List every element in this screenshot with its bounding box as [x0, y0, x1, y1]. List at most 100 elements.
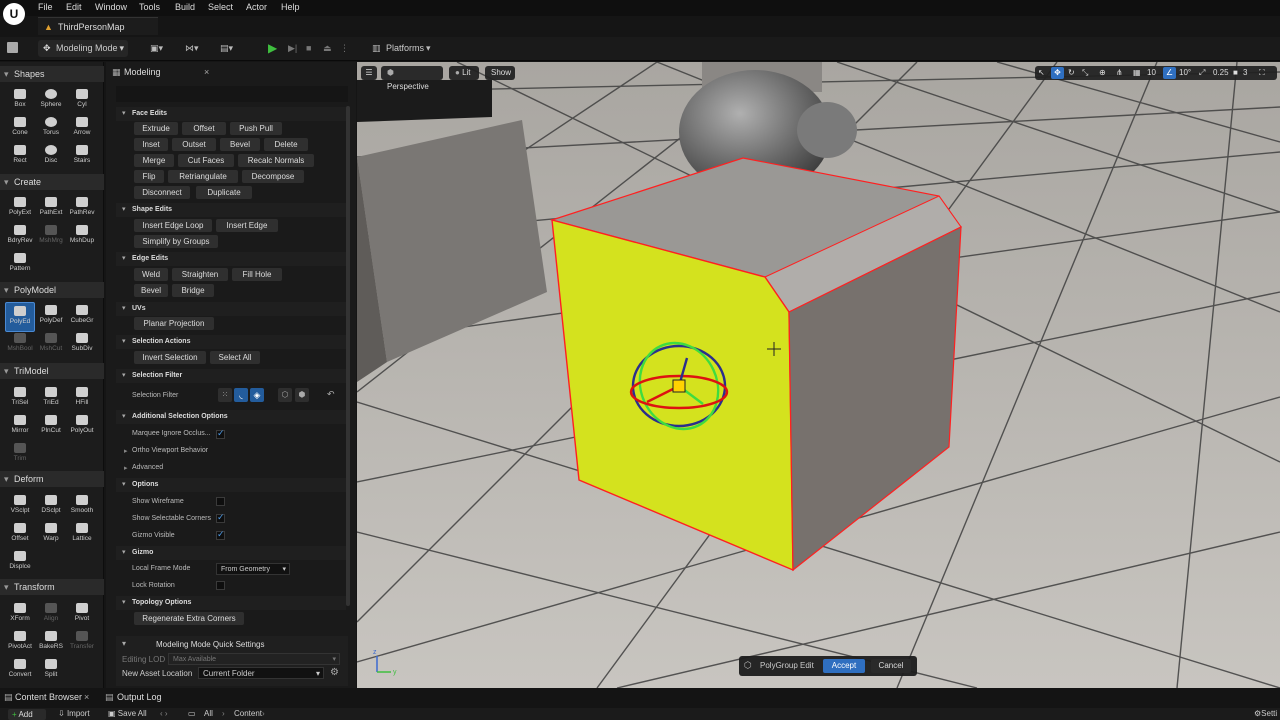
face-filter-icon[interactable]: ◈	[250, 388, 264, 402]
nav-arrows-icon[interactable]: ‹ ›	[160, 709, 168, 718]
grid-size-value[interactable]: 10	[1147, 66, 1156, 80]
tool-convert[interactable]: Convert	[5, 656, 35, 686]
tool-offset[interactable]: Offset	[5, 520, 35, 550]
map-tab[interactable]: ▲ ThirdPersonMap	[38, 17, 158, 35]
accept-button[interactable]: Accept	[823, 659, 865, 673]
menu-file[interactable]: File	[38, 2, 53, 12]
section-options[interactable]: Options	[116, 478, 346, 492]
maximize-icon[interactable]: ⛶	[1259, 66, 1265, 80]
tool-box[interactable]: Box	[5, 86, 35, 116]
category-deform[interactable]: Deform	[0, 471, 104, 487]
tool-polyext[interactable]: PolyExt	[5, 194, 35, 224]
tool-displce[interactable]: Displce	[5, 548, 35, 578]
grid-snap-icon[interactable]: ▦	[1133, 66, 1141, 80]
rotate-icon[interactable]: ↻	[1068, 66, 1075, 80]
tool-trim[interactable]: Trim	[5, 440, 35, 470]
lock-rotation-checkbox[interactable]	[216, 581, 225, 590]
viewport-menu-icon[interactable]: ☰	[361, 66, 377, 80]
section-edge-edits[interactable]: Edge Edits	[116, 252, 346, 266]
bridge-button[interactable]: Bridge	[172, 284, 214, 297]
close-icon[interactable]: ×	[84, 692, 89, 702]
scale-value[interactable]: 0.25	[1213, 66, 1229, 80]
camera-speed-value[interactable]: 3	[1243, 66, 1247, 80]
add-button[interactable]: + Add	[8, 709, 46, 720]
tool-polydef[interactable]: PolyDef	[36, 302, 66, 332]
tool-pivotact[interactable]: PivotAct	[5, 628, 35, 658]
menu-actor[interactable]: Actor	[246, 2, 267, 12]
decompose-button[interactable]: Decompose	[242, 170, 304, 183]
tool-polyed[interactable]: PolyEd	[5, 302, 35, 332]
select-all-button[interactable]: Select All	[210, 351, 260, 364]
tool-pattern[interactable]: Pattern	[5, 250, 35, 280]
modeling-tab[interactable]: ▦ Modeling ×	[112, 64, 212, 80]
tool-disc[interactable]: Disc	[36, 142, 66, 172]
merge-button[interactable]: Merge	[134, 154, 174, 167]
cut-faces-button[interactable]: Cut Faces	[178, 154, 234, 167]
tool-hfill[interactable]: HFill	[67, 384, 97, 414]
regenerate-corners-button[interactable]: Regenerate Extra Corners	[134, 612, 244, 625]
save-all-button[interactable]: ▣ Save All	[108, 709, 147, 718]
close-icon[interactable]: ×	[204, 64, 209, 80]
tool-sphere[interactable]: Sphere	[36, 86, 66, 116]
panel-scrollbar[interactable]	[346, 106, 350, 606]
straighten-button[interactable]: Straighten	[172, 268, 228, 281]
bevel-button[interactable]: Bevel	[220, 138, 260, 151]
section-selection-actions[interactable]: Selection Actions	[116, 335, 346, 349]
tool-cone[interactable]: Cone	[5, 114, 35, 144]
tool-cubegr[interactable]: CubeGr	[67, 302, 97, 332]
section-face-edits[interactable]: Face Edits	[116, 107, 346, 121]
tool-pathrev[interactable]: PathRev	[67, 194, 97, 224]
import-button[interactable]: ⇩ Import	[58, 709, 90, 718]
section-shape-edits[interactable]: Shape Edits	[116, 203, 346, 217]
weld-button[interactable]: Weld	[134, 268, 168, 281]
show-corners-checkbox[interactable]	[216, 512, 225, 523]
more-options-icon[interactable]: ⋮	[340, 40, 349, 57]
add-actor-icon[interactable]: ▣▾	[150, 40, 163, 57]
reset-icon[interactable]: ↶	[327, 389, 335, 400]
menu-edit[interactable]: Edit	[66, 2, 82, 12]
select-mode-icon[interactable]: ↖	[1038, 66, 1045, 80]
marquee-checkbox[interactable]	[216, 428, 225, 439]
cube-filter-icon[interactable]: ⬡	[278, 388, 292, 402]
recalc-normals-button[interactable]: Recalc Normals	[238, 154, 314, 167]
save-icon[interactable]	[7, 42, 18, 53]
bevel-edge-button[interactable]: Bevel	[134, 284, 168, 297]
flip-button[interactable]: Flip	[134, 170, 164, 183]
blueprint-icon[interactable]: ⋈▾	[185, 40, 199, 57]
menu-select[interactable]: Select	[208, 2, 233, 12]
fill-hole-button[interactable]: Fill Hole	[232, 268, 282, 281]
insert-edge-button[interactable]: Insert Edge	[216, 219, 278, 232]
insert-edge-loop-button[interactable]: Insert Edge Loop	[134, 219, 212, 232]
retriangulate-button[interactable]: Retriangulate	[168, 170, 238, 183]
surface-snap-icon[interactable]: ⋔	[1116, 66, 1123, 80]
tool-stairs[interactable]: Stairs	[67, 142, 97, 172]
category-trimodel[interactable]: TriModel	[0, 363, 104, 379]
tool-smooth[interactable]: Smooth	[67, 492, 97, 522]
tool-subdiv[interactable]: SubDiv	[67, 330, 97, 360]
simplify-by-groups-button[interactable]: Simplify by Groups	[134, 235, 218, 248]
mode-selector[interactable]: ✥ Modeling Mode ▾	[38, 40, 128, 57]
local-frame-dropdown[interactable]: From Geometry ▾	[216, 563, 290, 575]
tool-tried[interactable]: TriEd	[36, 384, 66, 414]
category-polymodel[interactable]: PolyModel	[0, 282, 104, 298]
tool-align[interactable]: Align	[36, 600, 66, 630]
angle-snap-icon[interactable]: ∠	[1163, 67, 1176, 79]
extrude-button[interactable]: Extrude	[134, 122, 178, 135]
camera-speed-icon[interactable]: ■	[1233, 66, 1238, 80]
section-selection-filter[interactable]: Selection Filter	[116, 369, 346, 383]
tool-mshcut[interactable]: MshCut	[36, 330, 66, 360]
platforms-button[interactable]: Platforms	[386, 40, 424, 57]
level-viewport[interactable]: z y ☰ ⬢ Perspective ● Lit Show ↖ ✥ ↻ ⤡ ⊕…	[357, 62, 1280, 688]
settings-button[interactable]: ⚙Setti	[1254, 709, 1277, 718]
cinematics-icon[interactable]: ▤▾	[220, 40, 233, 57]
show-button[interactable]: Show	[485, 66, 515, 80]
play-icon[interactable]: ▶	[268, 40, 277, 57]
tool-arrow[interactable]: Arrow	[67, 114, 97, 144]
cancel-button[interactable]: Cancel	[871, 659, 911, 673]
inset-button[interactable]: Inset	[134, 138, 168, 151]
quick-settings-title[interactable]: Modeling Mode Quick Settings	[156, 640, 265, 649]
perspective-button[interactable]: ⬢ Perspective	[381, 66, 443, 91]
stop-icon[interactable]: ■	[306, 40, 311, 57]
step-icon[interactable]: ▶|	[288, 40, 297, 57]
section-additional-options[interactable]: Additional Selection Options	[116, 410, 346, 424]
